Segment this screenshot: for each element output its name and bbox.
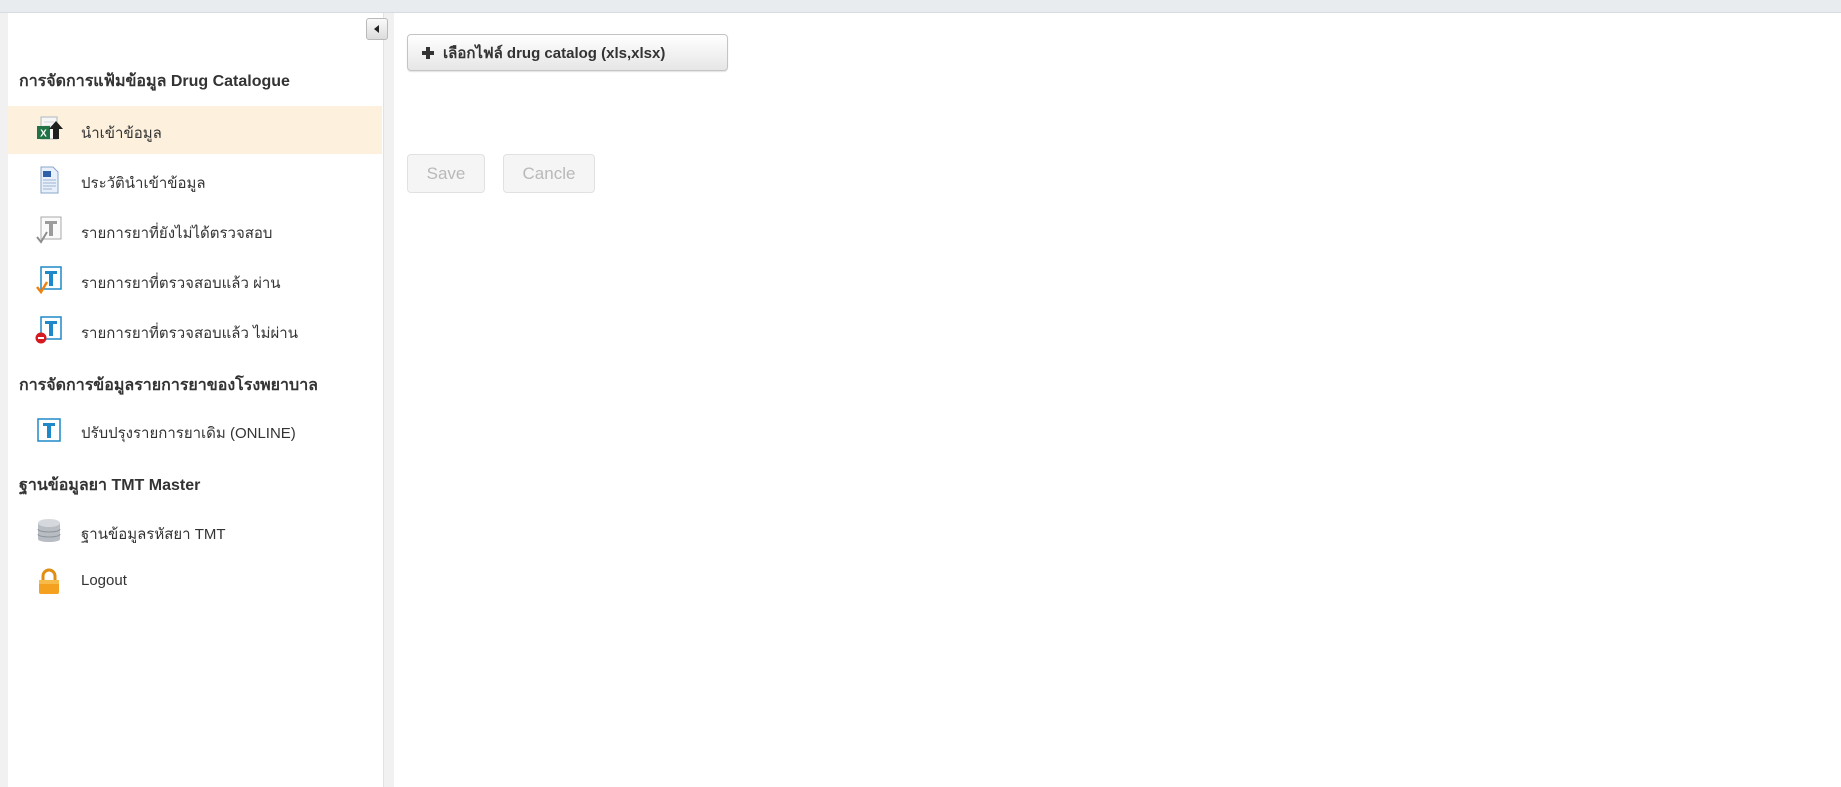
sidebar-item-import-data[interactable]: X นำเข้าข้อมูล <box>8 106 382 154</box>
sidebar-item-label: ประวัตินำเข้าข้อมูล <box>81 175 206 192</box>
check-text-icon <box>35 266 63 295</box>
lock-icon <box>35 567 63 595</box>
reject-text-icon <box>35 316 63 344</box>
sidebar-item-label: ปรับปรุงรายการยาเดิม (ONLINE) <box>81 425 296 442</box>
sidebar-item-label: ฐานข้อมูลรหัสยา TMT <box>81 526 226 543</box>
save-button[interactable]: Save <box>407 154 485 193</box>
document-icon <box>35 166 63 194</box>
choose-file-label: เลือกไฟล์ drug catalog (xls,xlsx) <box>443 44 666 62</box>
cancel-button[interactable]: Cancle <box>503 154 595 193</box>
section-title-tmt-master: ฐานข้อมูลยา TMT Master <box>19 477 201 494</box>
excel-upload-icon: X <box>35 116 63 144</box>
top-bar <box>0 0 1841 13</box>
sidebar-item-label: Logout <box>81 572 127 589</box>
section-title-hospital-drug-list: การจัดการข้อมูลรายการยาของโรงพยาบาล <box>19 377 318 394</box>
sidebar-item-import-history[interactable]: ประวัตินำเข้าข้อมูล <box>8 156 382 204</box>
sidebar-item-label: นำเข้าข้อมูล <box>81 125 162 142</box>
sidebar-item-logout[interactable]: Logout <box>8 557 382 605</box>
sidebar-item-tmt-database[interactable]: ฐานข้อมูลรหัสยา TMT <box>8 507 382 555</box>
sidebar: การจัดการแฟ้มข้อมูล Drug Catalogue X นำเ… <box>8 13 388 787</box>
sidebar-item-label: รายการยาที่ยังไม่ได้ตรวจสอบ <box>81 225 273 242</box>
svg-text:X: X <box>40 129 47 140</box>
sidebar-item-checked-passed[interactable]: รายการยาที่ตรวจสอบแล้ว ผ่าน <box>8 256 382 304</box>
plus-icon <box>422 46 434 59</box>
sidebar-item-label: รายการยาที่ตรวจสอบแล้ว ไม่ผ่าน <box>81 325 298 342</box>
sidebar-item-checked-failed[interactable]: รายการยาที่ตรวจสอบแล้ว ไม่ผ่าน <box>8 306 382 354</box>
main-content: เลือกไฟล์ drug catalog (xls,xlsx) Save C… <box>394 13 1841 787</box>
sidebar-item-unchecked-drugs[interactable]: รายการยาที่ยังไม่ได้ตรวจสอบ <box>8 206 382 254</box>
text-icon <box>35 416 63 444</box>
unchecked-text-icon <box>35 216 63 244</box>
sidebar-item-update-drug-online[interactable]: ปรับปรุงรายการยาเดิม (ONLINE) <box>8 406 382 454</box>
database-icon <box>35 517 63 545</box>
sidebar-item-label: รายการยาที่ตรวจสอบแล้ว ผ่าน <box>81 275 281 292</box>
collapse-sidebar-button[interactable] <box>366 18 388 40</box>
choose-file-button[interactable]: เลือกไฟล์ drug catalog (xls,xlsx) <box>407 34 728 71</box>
section-title-drug-catalogue: การจัดการแฟ้มข้อมูล Drug Catalogue <box>19 73 290 90</box>
